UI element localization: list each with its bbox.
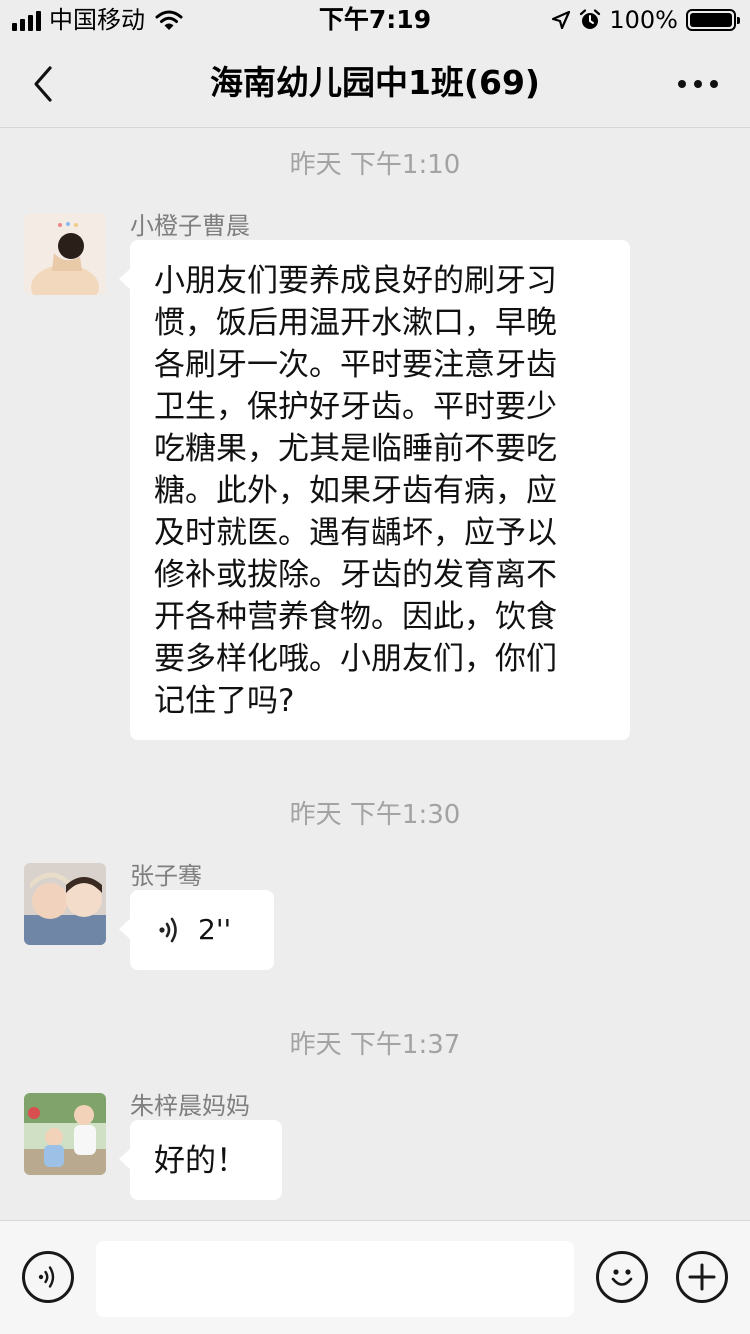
- chat-area[interactable]: 昨天 下午1:10 小橙子曹晨 小朋友们要养成良好的刷牙习 惯，饭后用温开水漱口…: [0, 128, 750, 1220]
- emoji-button[interactable]: [596, 1251, 648, 1303]
- nav-bar: 海南幼儿园中1班(69): [0, 40, 750, 128]
- avatar[interactable]: [24, 863, 106, 945]
- voice-message-bubble[interactable]: 2'': [119, 890, 274, 970]
- battery-percent: 100%: [609, 6, 678, 34]
- message-text: 好的！: [154, 1143, 247, 1179]
- more-dots-icon: [678, 80, 718, 88]
- chat-title: 海南幼儿园中1班(69): [209, 63, 541, 102]
- voice-icon: [38, 1266, 55, 1288]
- sender-name: 张子骞: [130, 862, 202, 890]
- status-bar: 中国移动 下午7:19 100%: [0, 0, 750, 40]
- message-input[interactable]: [96, 1241, 574, 1317]
- message-text: 小朋友们要养成良好的刷牙习 惯，饭后用温开水漱口，早晚 各刷牙一次。平时要注意牙…: [154, 263, 557, 719]
- sender-name: 小橙子曹晨: [130, 212, 250, 240]
- message-timestamp: 昨天 下午1:37: [289, 1030, 461, 1060]
- alarm-clock-icon: [580, 9, 601, 29]
- status-right: 100%: [551, 6, 740, 34]
- avatar[interactable]: [24, 1093, 106, 1175]
- avatar[interactable]: [24, 213, 106, 295]
- voice-wave-icon: [159, 917, 177, 943]
- sender-name: 朱梓晨妈妈: [130, 1092, 250, 1120]
- message-bubble[interactable]: 好的！: [119, 1120, 282, 1200]
- plus-icon: [688, 1263, 716, 1291]
- message-timestamp: 昨天 下午1:30: [289, 800, 461, 830]
- voice-duration: 2'': [198, 913, 232, 946]
- message-timestamp: 昨天 下午1:10: [289, 150, 461, 180]
- plus-button[interactable]: [676, 1251, 728, 1303]
- input-bar: [0, 1220, 750, 1334]
- avatar-image: [24, 1093, 106, 1175]
- voice-input-button[interactable]: [22, 1251, 74, 1303]
- message-bubble[interactable]: 小朋友们要养成良好的刷牙习 惯，饭后用温开水漱口，早晚 各刷牙一次。平时要注意牙…: [119, 240, 630, 740]
- avatar-image: [24, 863, 106, 945]
- more-button[interactable]: [676, 70, 720, 98]
- location-arrow-icon: [552, 10, 571, 30]
- battery-icon: [686, 9, 740, 31]
- avatar-image: [24, 213, 106, 295]
- emoji-icon: [611, 1269, 633, 1286]
